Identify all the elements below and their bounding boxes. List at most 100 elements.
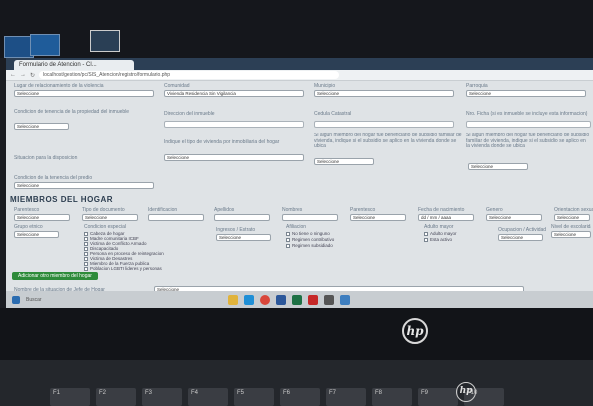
field-label: Condicion de la tenencia del predio xyxy=(14,175,93,181)
field-label: Condicion especial xyxy=(84,224,126,230)
desktop-shortcut-icon[interactable] xyxy=(30,34,60,56)
ingresos-select[interactable]: Seleccione xyxy=(216,234,271,241)
field-label: Lugar de relacionamiento de la violencia xyxy=(14,83,104,89)
windows-start-icon[interactable] xyxy=(12,295,20,304)
taskbar: Buscar xyxy=(6,291,593,308)
member-field-input[interactable]: Seleccione xyxy=(486,214,542,221)
subsidio-select[interactable]: Seleccione xyxy=(314,158,374,165)
member-field-input[interactable]: Seleccione xyxy=(554,214,590,221)
function-key[interactable]: F2 xyxy=(96,388,136,406)
screen: Formulario de Atencion - Cl... ← → ↻ loc… xyxy=(6,58,593,308)
field-label: Afiliacion xyxy=(286,224,307,230)
checkbox-option[interactable]: Esta activo xyxy=(424,237,452,242)
excel-icon[interactable] xyxy=(292,294,302,305)
word-icon[interactable] xyxy=(276,294,286,305)
checkbox[interactable] xyxy=(286,237,290,242)
edge-browser-icon[interactable] xyxy=(244,294,254,305)
app-icon[interactable] xyxy=(340,294,350,305)
function-key[interactable]: F4 xyxy=(188,388,228,406)
checkbox[interactable] xyxy=(84,241,88,246)
browser-tab[interactable]: Formulario de Atencion - Cl... xyxy=(14,60,134,70)
member-field-input[interactable] xyxy=(148,214,204,221)
member-field-label: Orientacion sexual xyxy=(554,207,593,213)
cedula-catastral-input[interactable] xyxy=(314,121,454,128)
ocupacion-select[interactable]: Seleccione xyxy=(498,234,543,241)
checkbox[interactable] xyxy=(84,246,88,251)
member-field-input[interactable] xyxy=(282,214,338,221)
forward-icon[interactable]: → xyxy=(20,72,26,78)
escolaridad-select[interactable]: Seleccione xyxy=(551,231,591,238)
subsidio-aplicado-select[interactable]: Seleccione xyxy=(468,163,528,170)
member-field-input[interactable] xyxy=(214,214,270,221)
checkbox-option[interactable]: Regimen subsidiado xyxy=(286,243,333,248)
checkbox-label: Poblacion LGBTI lideres y personas xyxy=(90,266,162,271)
desktop-shortcut-icon[interactable] xyxy=(90,30,120,52)
browser-tab-bar: Formulario de Atencion - Cl... xyxy=(6,58,593,70)
tipo-vivienda-select[interactable]: Seleccione xyxy=(164,154,304,161)
hp-logo: hp xyxy=(402,318,428,344)
function-key[interactable]: F3 xyxy=(142,388,182,406)
hp-key-logo: hp xyxy=(456,382,476,402)
field-label: Comunidad xyxy=(164,83,190,89)
checkbox[interactable] xyxy=(84,251,88,256)
file-explorer-icon[interactable] xyxy=(228,294,238,305)
function-key[interactable]: F7 xyxy=(326,388,366,406)
acrobat-icon[interactable] xyxy=(308,294,318,305)
member-field-label: Parentesco xyxy=(14,207,40,213)
checkbox-option[interactable]: Poblacion LGBTI lideres y personas xyxy=(84,266,162,271)
checkbox[interactable] xyxy=(424,231,428,236)
member-field-label: Genero xyxy=(486,207,503,213)
monitor-bezel-top xyxy=(0,0,593,58)
field-label: Ocupacion / Actividad xyxy=(498,227,547,233)
checkbox-option[interactable]: Adulto mayor xyxy=(424,231,457,236)
member-field-label: Identificacion xyxy=(148,207,178,213)
etnia-select[interactable]: Seleccione xyxy=(14,231,59,238)
field-label: Nro. Ficha (si es inmueble se incluye es… xyxy=(466,111,588,117)
municipio-select[interactable]: Seleccione xyxy=(314,90,454,97)
checkbox-label: Adulto mayor xyxy=(430,231,457,236)
function-key[interactable]: F5 xyxy=(234,388,274,406)
checkbox[interactable] xyxy=(286,231,290,236)
monitor-bezel-bottom xyxy=(0,308,593,360)
member-field-label: Nombres xyxy=(282,207,303,213)
checkbox-option[interactable]: Regimen contributivo xyxy=(286,237,334,242)
form-content: Lugar de relacionamiento de la violencia… xyxy=(6,81,593,293)
comunidad-select[interactable]: Vivienda Residencia Sin Vigilancia xyxy=(164,90,304,97)
add-member-button[interactable]: Adicionar otro miembro del hogar xyxy=(12,272,98,280)
member-field-input[interactable]: dd / mm / aaaa xyxy=(418,214,474,221)
back-icon[interactable]: ← xyxy=(10,72,16,78)
member-field-label: Apellidos xyxy=(214,207,235,213)
parroquia-select[interactable]: Seleccione xyxy=(466,90,586,97)
member-field-input[interactable]: Seleccione xyxy=(82,214,138,221)
function-key[interactable]: F8 xyxy=(372,388,412,406)
function-key[interactable]: F1 xyxy=(50,388,90,406)
reload-icon[interactable]: ↻ xyxy=(30,72,35,79)
function-key[interactable]: F9 xyxy=(418,388,458,406)
member-field-input[interactable]: Seleccione xyxy=(350,214,406,221)
chrome-icon[interactable] xyxy=(260,294,270,305)
checkbox-label: Regimen subsidiado xyxy=(292,243,333,248)
tenencia-select[interactable]: Seleccione xyxy=(14,123,69,130)
taskbar-search[interactable]: Buscar xyxy=(26,297,86,303)
function-key[interactable]: F6 xyxy=(280,388,320,406)
checkbox-option[interactable]: No tiene o ninguno xyxy=(286,231,330,236)
field-label: Si algun miembro del hogar fue beneficia… xyxy=(314,133,462,149)
nro-ficha-input[interactable] xyxy=(466,121,591,128)
checkbox[interactable] xyxy=(84,236,88,241)
direccion-input[interactable] xyxy=(164,121,304,128)
checkbox[interactable] xyxy=(84,266,88,271)
checkbox[interactable] xyxy=(286,243,290,248)
member-field-label: Tipo de documento xyxy=(82,207,125,213)
field-label: Adulto mayor xyxy=(424,224,454,230)
checkbox[interactable] xyxy=(84,256,88,261)
section-title: MIEMBROS DEL HOGAR xyxy=(10,195,114,204)
field-label: Si algun miembro del hogar fue beneficia… xyxy=(466,133,590,149)
checkbox[interactable] xyxy=(424,237,428,242)
member-field-input[interactable]: Seleccione xyxy=(14,214,70,221)
url-field[interactable]: localhost/gestion/pc/SIS_Atencion/regist… xyxy=(39,71,340,79)
checkbox[interactable] xyxy=(84,261,88,266)
tenencia-predio-select[interactable]: Seleccione xyxy=(14,182,154,189)
store-icon[interactable] xyxy=(324,294,334,305)
relacionamiento-select[interactable]: Seleccione xyxy=(14,90,154,97)
checkbox[interactable] xyxy=(84,231,88,236)
